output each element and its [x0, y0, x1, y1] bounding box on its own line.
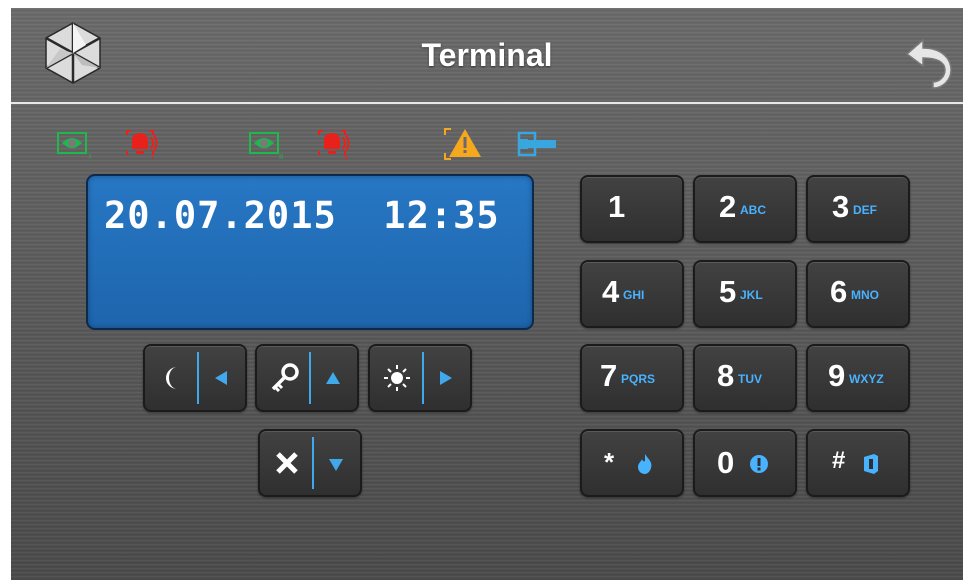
- arm-status-2-icon: II: [249, 132, 283, 161]
- page-title: Terminal: [421, 37, 553, 73]
- key-letters: MNO: [851, 288, 879, 302]
- header-bar: Terminal: [11, 8, 963, 104]
- arm-status-1-icon: I: [57, 132, 91, 161]
- arrow-up-icon: [326, 372, 340, 384]
- key-letters: WXYZ: [849, 372, 884, 386]
- arrow-down-icon: [329, 459, 343, 471]
- key-6[interactable]: 6 MNO: [806, 260, 910, 328]
- disarm-up-button[interactable]: [255, 344, 359, 412]
- key-3[interactable]: 3 DEF: [806, 175, 910, 243]
- key-digit: 9: [828, 358, 846, 393]
- day-right-button[interactable]: [368, 344, 472, 412]
- medical-icon: [864, 454, 878, 474]
- key-letters: ABC: [740, 203, 766, 217]
- sun-icon: [384, 365, 410, 391]
- key-digit: 7: [600, 358, 618, 393]
- key-digit: 4: [602, 274, 620, 309]
- svg-text:II: II: [279, 153, 283, 161]
- divider: [197, 352, 199, 404]
- lcd-date-time: 20.07.2015 12:35: [104, 194, 500, 237]
- lcd-display: 20.07.2015 12:35: [86, 174, 534, 330]
- key-letters: JKL: [740, 288, 763, 302]
- divider: [312, 437, 314, 489]
- key-digit: 0: [717, 445, 735, 480]
- key-8[interactable]: 8 TUV: [693, 344, 797, 412]
- arrow-right-icon: [440, 371, 452, 385]
- cancel-down-button[interactable]: [258, 429, 362, 497]
- divider: [309, 352, 311, 404]
- svg-text:I: I: [152, 154, 154, 162]
- x-icon: [276, 452, 298, 474]
- key-5[interactable]: 5 JKL: [693, 260, 797, 328]
- key-digit: 8: [717, 358, 735, 393]
- svg-text:I: I: [89, 153, 91, 161]
- key-digit: 2: [719, 189, 737, 224]
- key-digit: 5: [719, 274, 737, 309]
- key-digit: #: [832, 447, 846, 474]
- back-button[interactable]: [893, 24, 961, 92]
- key-digit: 3: [832, 189, 850, 224]
- arm-left-button[interactable]: [143, 344, 247, 412]
- panic-icon: [750, 455, 768, 473]
- fire-icon: [638, 454, 652, 474]
- key-letters: TUV: [738, 372, 762, 386]
- key-2[interactable]: 2 ABC: [693, 175, 797, 243]
- key-4[interactable]: 4 GHI: [580, 260, 684, 328]
- alarm-1-icon: I: [126, 130, 158, 162]
- alarm-2-icon: II: [318, 130, 350, 162]
- key-letters: DEF: [853, 203, 877, 217]
- key-letters: GHI: [623, 288, 645, 302]
- key-icon: [271, 363, 299, 392]
- key-star-fire[interactable]: *: [580, 429, 684, 497]
- divider: [422, 352, 424, 404]
- service-mode-icon: [517, 131, 556, 157]
- key-9[interactable]: 9 WXYZ: [806, 344, 910, 412]
- moon-icon: [166, 367, 177, 389]
- key-7[interactable]: 7 PQRS: [580, 344, 684, 412]
- arrow-left-icon: [215, 371, 227, 385]
- key-digit: 6: [830, 274, 848, 309]
- trouble-icon: [444, 128, 481, 160]
- key-digit: *: [604, 447, 615, 477]
- key-0-panic[interactable]: 0: [693, 429, 797, 497]
- terminal-screen: Terminal I I II II 20.07.2015 12:35 1 2 …: [11, 8, 963, 580]
- svg-text:II: II: [344, 154, 348, 162]
- key-digit: 1: [608, 189, 626, 224]
- key-1[interactable]: 1: [580, 175, 684, 243]
- key-hash-medical[interactable]: #: [806, 429, 910, 497]
- key-letters: PQRS: [621, 372, 656, 386]
